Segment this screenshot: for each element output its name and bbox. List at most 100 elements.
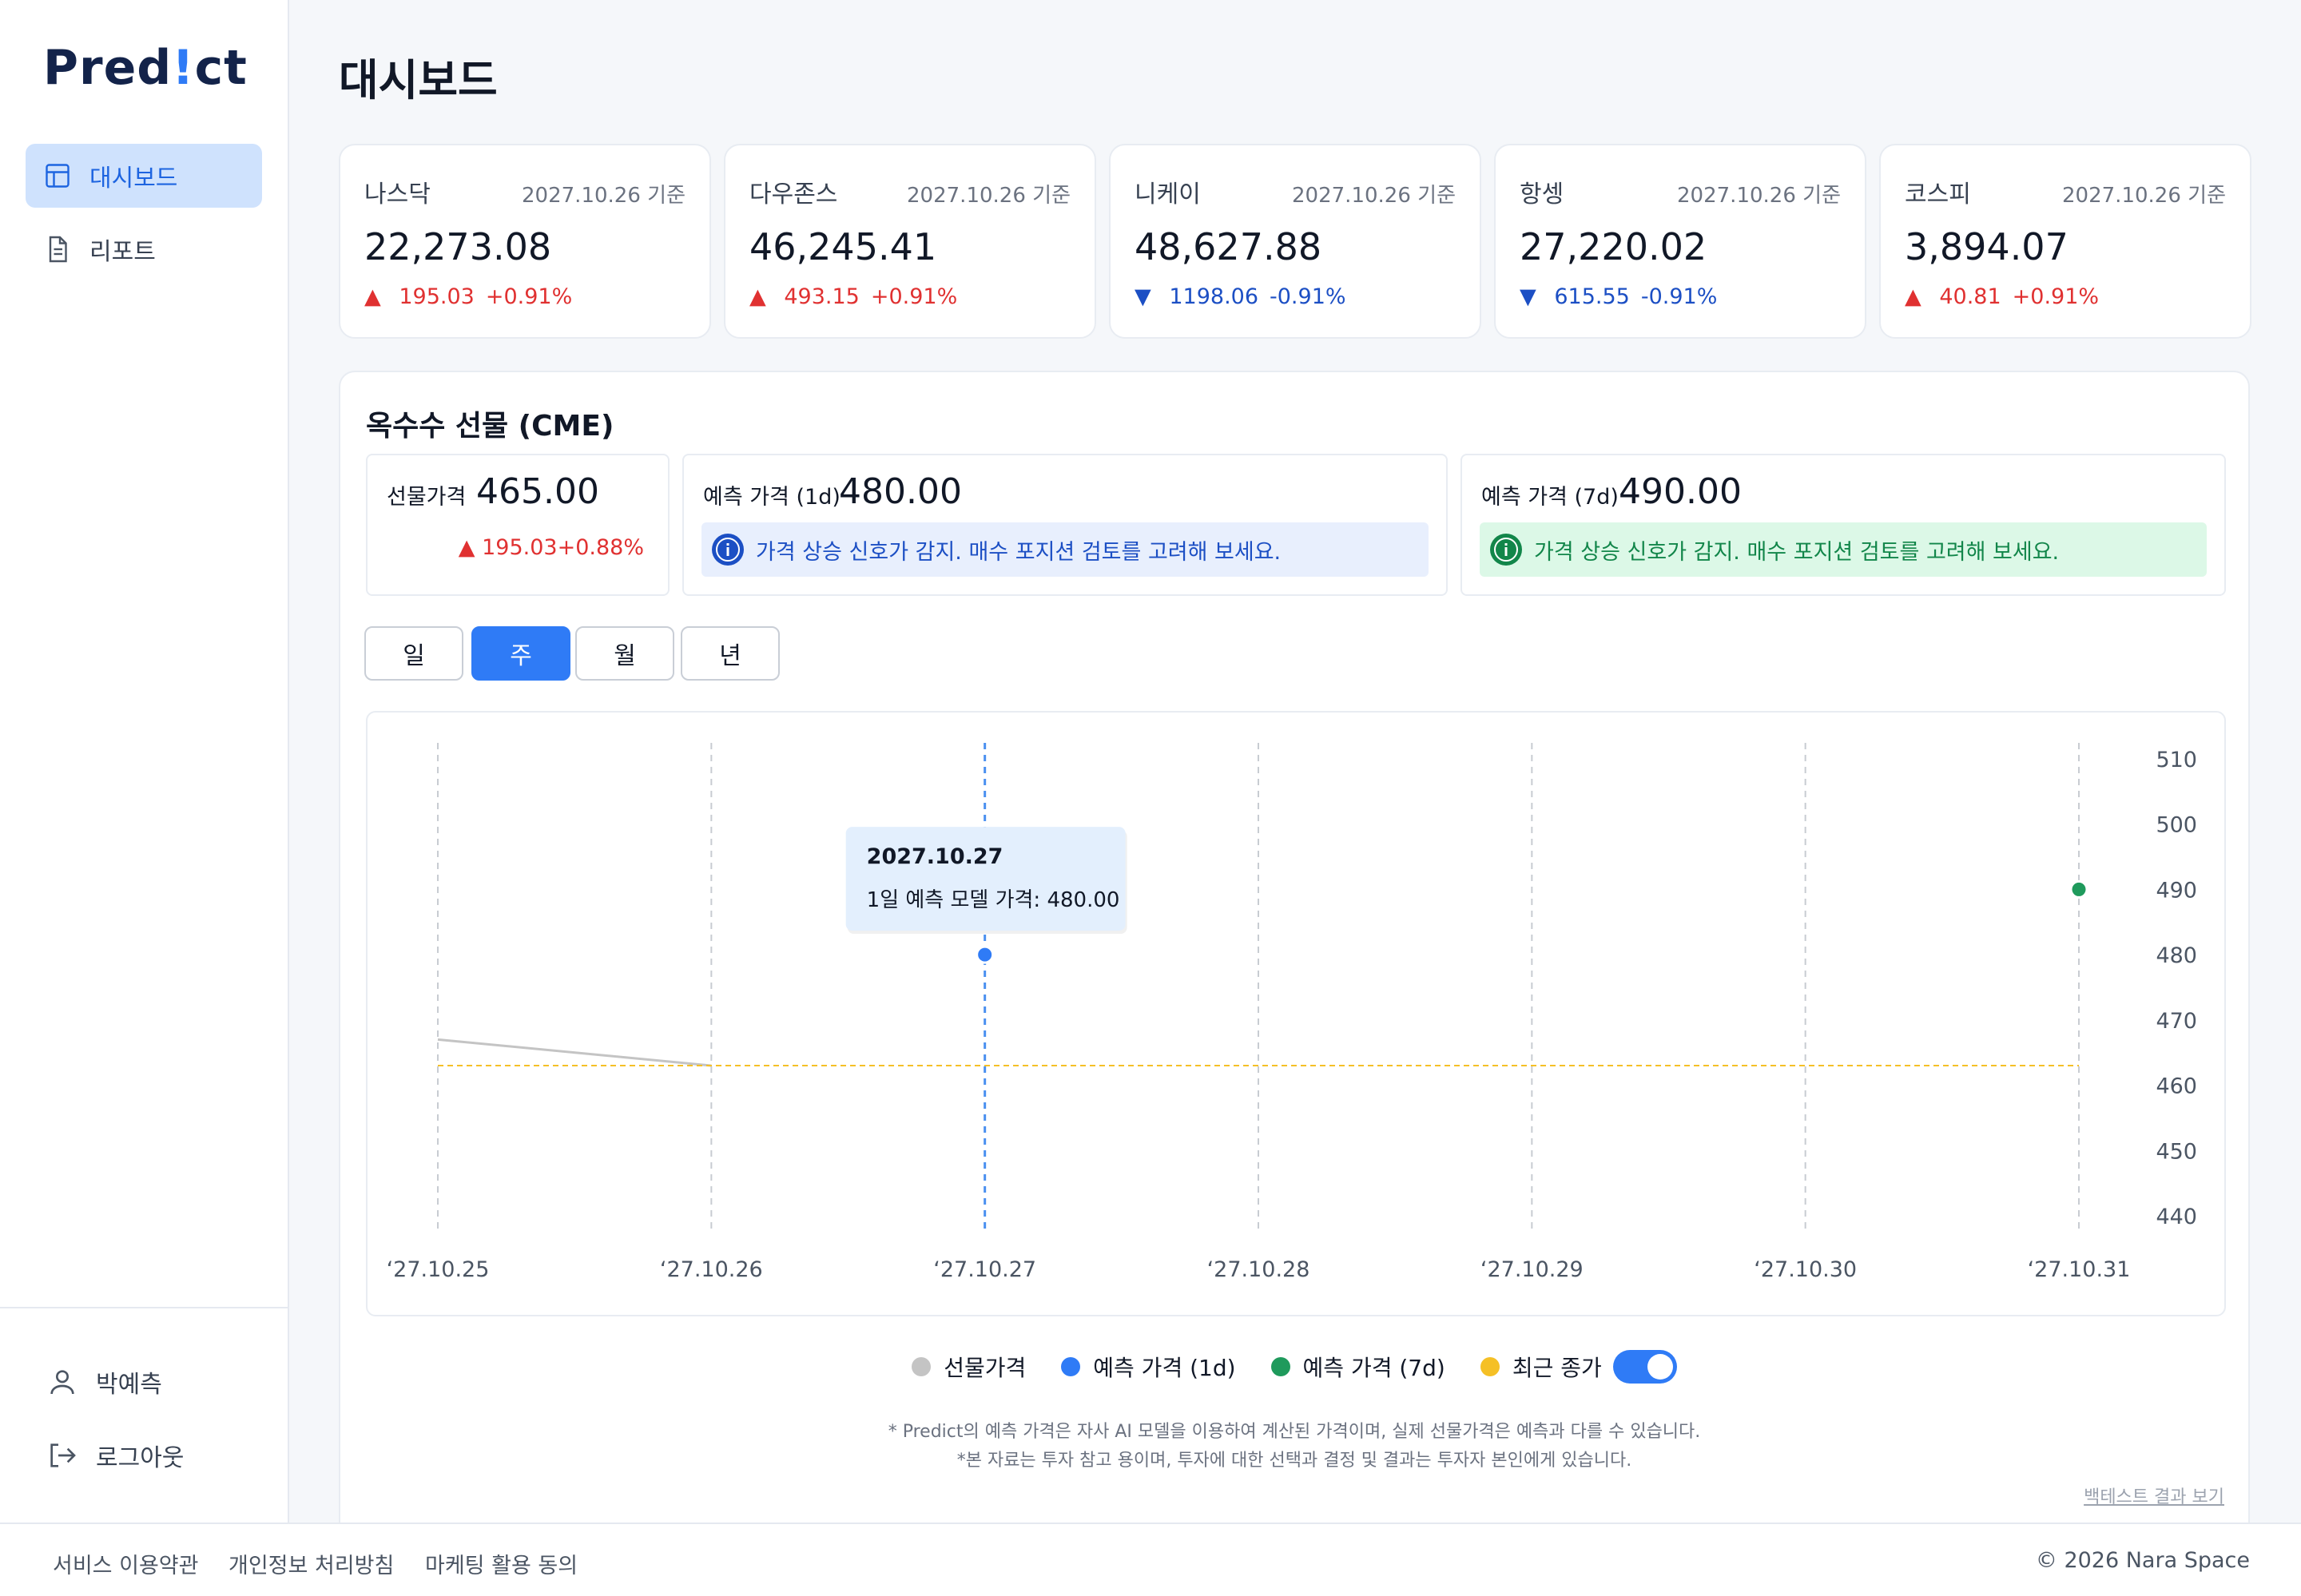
- y-tick-label: 500: [2156, 813, 2197, 838]
- logout-label: 로그아웃: [96, 1444, 185, 1472]
- forecast-1d-box: 예측 가격 (1d) 480.00 가격 상승 신호가 감지. 매수 포지션 검…: [682, 454, 1448, 596]
- period-year-button[interactable]: 년: [681, 626, 780, 681]
- sidebar: Pred!ct 대시보드 리포트 박예측 로그아웃: [0, 0, 289, 1523]
- y-tick-label: 450: [2156, 1139, 2197, 1164]
- index-card-hangseng[interactable]: 항셍 2027.10.26 기준 27,220.02 ▼ 615.55 -0.91%: [1494, 144, 1866, 339]
- user-icon: [46, 1366, 78, 1398]
- disclaimer-line-2: *본 자료는 투자 참고 용이며, 투자에 대한 선택과 결정 및 결과는 투자…: [956, 1451, 1632, 1471]
- logout-button[interactable]: 로그아웃: [46, 1438, 184, 1473]
- futures-price-box: 선물가격 465.00 ▲ 195.03+0.88%: [366, 454, 670, 596]
- index-date: 2027.10.26 기준: [907, 184, 1071, 208]
- footer-link-privacy[interactable]: 개인정보 처리방침: [229, 1548, 394, 1579]
- footer-link-marketing[interactable]: 마케팅 활용 동의: [425, 1548, 578, 1579]
- index-card-kospi[interactable]: 코스피 2027.10.26 기준 3,894.07 ▲ 40.81 +0.91%: [1879, 144, 2251, 339]
- futures-value: 465.00: [476, 471, 599, 512]
- tooltip-text: 1일 예측 모델 가격: 480.00: [867, 888, 1120, 912]
- data-point: [976, 945, 995, 964]
- commodity-panel: 옥수수 선물 (CME) 선물가격 465.00 ▲ 195.03+0.88% …: [339, 371, 2250, 1526]
- copyright: © 2026 Nara Space: [2035, 1548, 2250, 1573]
- legend-label: 예측 가격 (1d): [1093, 1355, 1236, 1381]
- index-value: 22,273.08: [364, 225, 552, 268]
- price-chart[interactable]: 510 500 490 480 470 460 450 440 ‘27.10.25 ‘27.10.…: [366, 711, 2226, 1316]
- period-month-button[interactable]: 월: [575, 626, 674, 681]
- index-card-nasdaq[interactable]: 나스닥 2027.10.26 기준 22,273.08 ▲ 195.03 +0.91…: [339, 144, 711, 339]
- user-name: 박예측: [96, 1371, 162, 1399]
- x-tick-label: ‘27.10.31: [2028, 1257, 2131, 1282]
- index-change: ▲ 493.15 +0.91%: [749, 284, 958, 309]
- index-card-nikkei[interactable]: 니케이 2027.10.26 기준 48,627.88 ▼ 1198.06 -0.9…: [1109, 144, 1481, 339]
- chart-legend: 선물가격 예측 가격 (1d) 예측 가격 (7d) 최근 종가: [340, 1350, 2248, 1384]
- user-profile[interactable]: 박예측: [46, 1364, 162, 1399]
- legend-dot: [1480, 1357, 1500, 1376]
- series-line: [437, 1038, 712, 1067]
- legend-item-forecast-7d[interactable]: 예측 가격 (7d): [1270, 1351, 1445, 1383]
- index-change: ▼ 1198.06 -0.91%: [1135, 284, 1346, 309]
- index-name: 나스닥: [364, 181, 431, 208]
- backtest-result-link[interactable]: 백테스트 결과 보기: [2084, 1483, 2224, 1508]
- tooltip-date: 2027.10.27: [867, 844, 1003, 869]
- signal-1d-text: 가격 상승 신호가 감지. 매수 포지션 검토를 고려해 보세요.: [756, 539, 1282, 565]
- x-tick-label: ‘27.10.28: [1207, 1257, 1310, 1282]
- y-tick-label: 460: [2156, 1074, 2197, 1099]
- signal-7d: 가격 상승 신호가 감지. 매수 포지션 검토를 고려해 보세요.: [1480, 522, 2207, 577]
- sidebar-item-dashboard[interactable]: 대시보드: [26, 144, 262, 208]
- y-tick-label: 440: [2156, 1205, 2197, 1229]
- legend-item-forecast-1d[interactable]: 예측 가격 (1d): [1061, 1351, 1236, 1383]
- index-value: 48,627.88: [1135, 225, 1322, 268]
- x-tick-label: ‘27.10.26: [660, 1257, 763, 1282]
- info-icon: [1489, 533, 1523, 566]
- y-tick-label: 510: [2156, 748, 2197, 772]
- chart-svg: 510 500 490 480 470 460 450 440 ‘27.10.25 ‘27.10.…: [387, 743, 2197, 1282]
- disclaimer-line-1: * Predict의 예측 가격은 자사 AI 모델을 이용하여 계산된 가격이…: [888, 1422, 1701, 1442]
- legend-dot: [1061, 1357, 1081, 1376]
- recent-close-toggle[interactable]: [1612, 1350, 1677, 1384]
- brand-logo[interactable]: Pred!ct: [43, 40, 248, 96]
- index-date: 2027.10.26 기준: [522, 184, 686, 208]
- legend-label: 선물가격: [944, 1355, 1027, 1381]
- index-date: 2027.10.26 기준: [1292, 184, 1456, 208]
- toggle-knob: [1647, 1354, 1673, 1380]
- index-card-dow[interactable]: 다우존스 2027.10.26 기준 46,245.41 ▲ 493.15 +0.9…: [724, 144, 1096, 339]
- period-day-button[interactable]: 일: [364, 626, 463, 681]
- sidebar-item-report[interactable]: 리포트: [26, 217, 262, 281]
- index-name: 다우존스: [749, 181, 838, 208]
- legend-label: 예측 가격 (7d): [1302, 1355, 1445, 1381]
- document-icon: [43, 235, 72, 264]
- forecast-7d-box: 예측 가격 (7d) 490.00 가격 상승 신호가 감지. 매수 포지션 검…: [1460, 454, 2226, 596]
- index-date: 2027.10.26 기준: [1677, 184, 1841, 208]
- legend-dot: [1270, 1357, 1290, 1376]
- forecast-1d-label: 예측 가격 (1d): [703, 485, 841, 510]
- legend-item-futures[interactable]: 선물가격: [912, 1351, 1026, 1383]
- panel-title: 옥수수 선물 (CME): [366, 410, 614, 443]
- page-title: 대시보드: [339, 55, 498, 105]
- period-week-button[interactable]: 주: [471, 626, 570, 681]
- futures-label: 선물가격: [387, 485, 467, 510]
- data-point: [2069, 879, 2088, 899]
- sidebar-divider: [0, 1307, 289, 1308]
- y-tick-label: 480: [2156, 943, 2197, 968]
- forecast-7d-value: 490.00: [1619, 471, 1742, 512]
- index-name: 코스피: [1905, 181, 1971, 208]
- y-tick-label: 490: [2156, 878, 2197, 903]
- futures-change: ▲ 195.03+0.88%: [458, 535, 644, 560]
- footer: 서비스 이용약관 개인정보 처리방침 마케팅 활용 동의 © 2026 Nara…: [0, 1523, 2301, 1596]
- forecast-1d-value: 480.00: [839, 471, 962, 512]
- sidebar-item-label: 리포트: [89, 238, 156, 266]
- index-change: ▲ 195.03 +0.91%: [364, 284, 573, 309]
- footer-link-terms[interactable]: 서비스 이용약관: [53, 1548, 198, 1579]
- index-name: 니케이: [1135, 181, 1201, 208]
- legend-dot: [912, 1357, 932, 1376]
- signal-7d-text: 가격 상승 신호가 감지. 매수 포지션 검토를 고려해 보세요.: [1534, 539, 2060, 565]
- x-tick-label: ‘27.10.25: [387, 1257, 490, 1282]
- x-tick-label: ‘27.10.27: [933, 1257, 1036, 1282]
- signal-1d: 가격 상승 신호가 감지. 매수 포지션 검토를 고려해 보세요.: [701, 522, 1429, 577]
- index-value: 27,220.02: [1520, 225, 1707, 268]
- legend-item-recent-close[interactable]: 최근 종가: [1480, 1350, 1677, 1384]
- index-change: ▲ 40.81 +0.91%: [1905, 284, 2100, 309]
- logout-icon: [46, 1439, 78, 1471]
- index-name: 항셍: [1520, 181, 1564, 208]
- y-tick-label: 470: [2156, 1009, 2197, 1034]
- index-change: ▼ 615.55 -0.91%: [1520, 284, 1718, 309]
- sidebar-item-label: 대시보드: [89, 165, 178, 193]
- x-tick-label: ‘27.10.30: [1754, 1257, 1857, 1282]
